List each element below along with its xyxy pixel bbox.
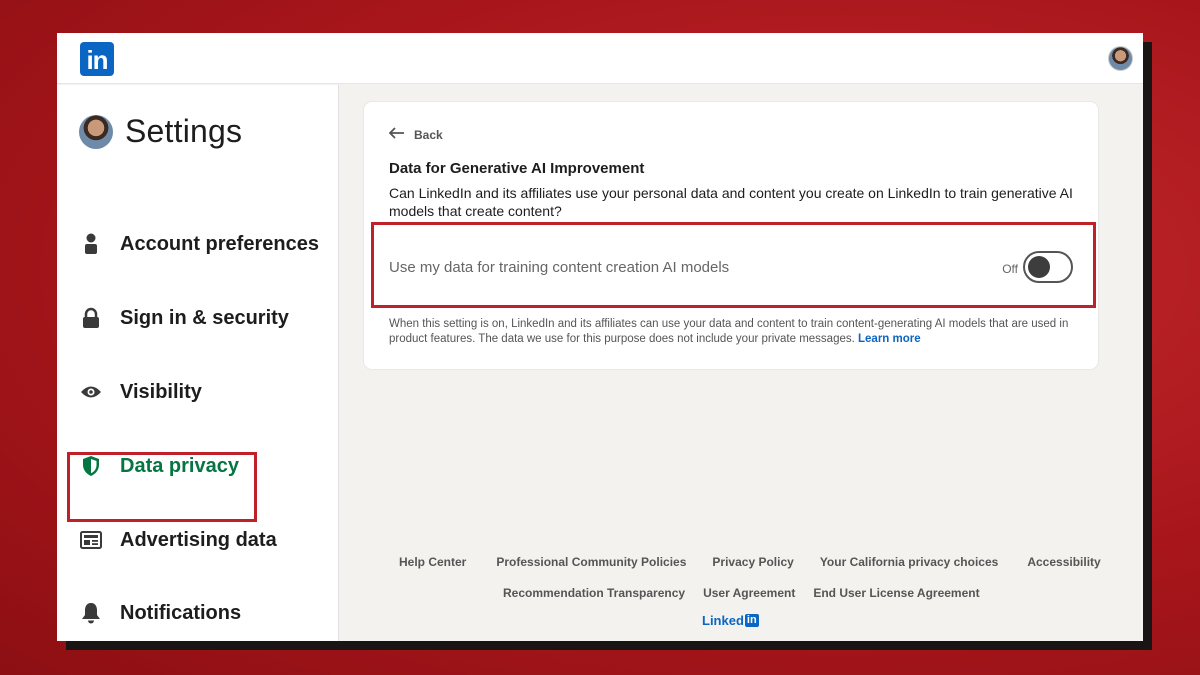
help-text-body: When this setting is on, LinkedIn and it… (389, 318, 1069, 345)
settings-sidebar: Settings Account preferences Sign in & s… (57, 85, 339, 641)
footer-link[interactable]: Privacy Policy (712, 555, 793, 569)
sidebar-item-label: Notifications (120, 601, 242, 624)
highlight-box (67, 452, 257, 522)
footer-links-row-1: Help Center Professional Community Polic… (399, 555, 1101, 569)
lock-icon (79, 306, 103, 330)
setting-row: Use my data for training content creatio… (371, 222, 1096, 308)
setting-row-label: Use my data for training content creatio… (389, 259, 730, 276)
sidebar-item-sign-in-security[interactable]: Sign in & security (79, 301, 289, 335)
learn-more-link[interactable]: Learn more (858, 333, 921, 345)
sidebar-item-notifications[interactable]: Notifications (79, 596, 241, 630)
back-button[interactable]: Back (388, 127, 443, 142)
footer-brand-text: Linked (702, 613, 744, 628)
top-bar: in (57, 33, 1143, 84)
eye-icon (79, 380, 103, 404)
settings-header: Settings (79, 113, 242, 150)
arrow-left-icon (388, 127, 405, 142)
setting-description: Can LinkedIn and its affiliates use your… (389, 185, 1073, 219)
footer-link[interactable]: Accessibility (1027, 555, 1100, 569)
sidebar-item-label: Account preferences (120, 232, 319, 255)
footer-link[interactable]: End User License Agreement (813, 586, 979, 600)
setting-help-text: When this setting is on, LinkedIn and it… (389, 317, 1079, 347)
toggle-state-text: Off (1002, 262, 1018, 276)
sidebar-item-label: Sign in & security (120, 306, 289, 329)
setting-card: Back Data for Generative AI Improvement … (364, 102, 1098, 369)
bell-icon (79, 601, 103, 625)
footer-link[interactable]: User Agreement (703, 586, 795, 600)
footer-link[interactable]: Your California privacy choices (820, 555, 999, 569)
ai-training-toggle[interactable] (1023, 251, 1073, 283)
sidebar-item-visibility[interactable]: Visibility (79, 375, 202, 409)
profile-avatar[interactable] (1108, 46, 1133, 71)
back-label: Back (414, 127, 443, 142)
sidebar-item-account-preferences[interactable]: Account preferences (79, 227, 319, 261)
avatar (79, 114, 113, 149)
linkedin-logo[interactable]: in (80, 42, 114, 76)
newspaper-icon (79, 528, 103, 552)
sidebar-item-advertising-data[interactable]: Advertising data (79, 523, 277, 557)
footer-brand-badge: in (744, 614, 759, 627)
footer-linkedin-logo: Linked in (702, 613, 759, 628)
setting-title: Data for Generative AI Improvement (389, 160, 645, 177)
footer-link[interactable]: Professional Community Policies (496, 555, 686, 569)
footer-links-row-2: Recommendation Transparency User Agreeme… (503, 586, 980, 600)
footer-link[interactable]: Help Center (399, 555, 466, 569)
page-title: Settings (125, 113, 243, 149)
app-window: in Settings Account preferences Sign in … (57, 33, 1143, 641)
footer-link[interactable]: Recommendation Transparency (503, 586, 685, 600)
sidebar-item-label: Advertising data (120, 528, 277, 551)
toggle-knob (1028, 256, 1050, 278)
person-icon (79, 232, 103, 256)
sidebar-item-label: Visibility (120, 380, 202, 403)
